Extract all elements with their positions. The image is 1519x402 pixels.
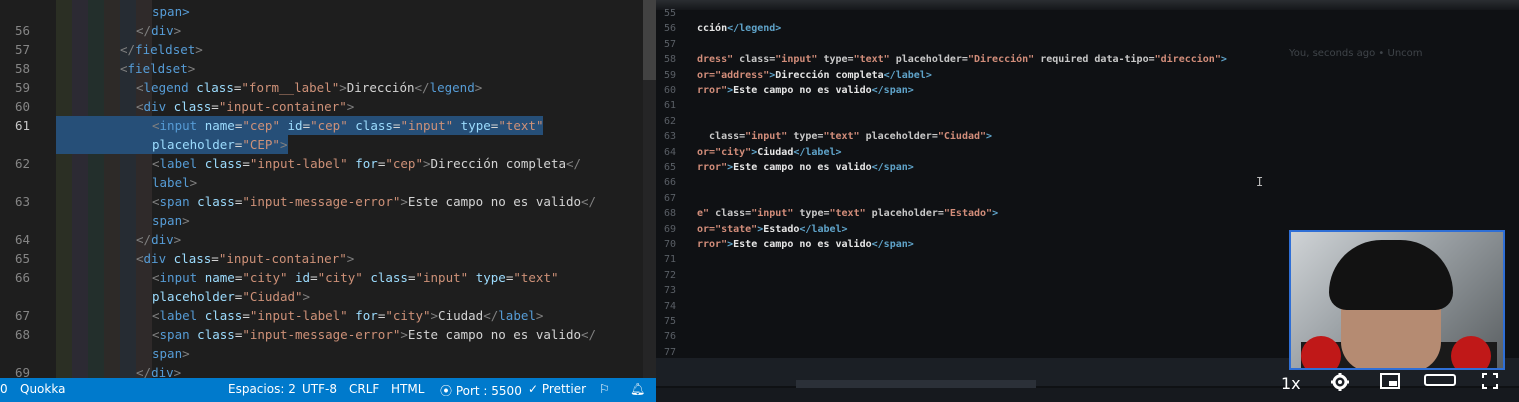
text-cursor-icon: I [1256,175,1264,189]
feedback-icon[interactable]: ⚐ [599,382,610,396]
code-line: <span class="input-message-error">Este c… [152,194,597,209]
line-number-gutter: 56 57 58 59 60 61 62 63 64 65 66 67 68 69 [0,0,56,380]
code-line: <legend class="form__label">Dirección</l… [136,80,483,95]
video-scroll-strip [796,380,1036,388]
code-line: span> [152,213,190,228]
video-line-number: 58 [663,54,676,66]
video-code-line: or="city">Ciudad</label> [697,146,842,158]
line-number: 61 [14,118,30,133]
webcam-red-right [1451,336,1491,368]
video-line-number: 60 [663,85,676,96]
line-number: 56 [14,23,30,38]
quokka-item[interactable]: Quokka [20,382,65,396]
line-number: 59 [14,80,30,95]
video-line-number: 76 [663,331,676,343]
video-status-bar [656,388,1519,402]
webcam-hair [1329,240,1453,310]
video-line-number: 57 [663,38,676,50]
encoding-item[interactable]: UTF-8 [302,382,337,396]
settings-icon[interactable] [1330,372,1350,392]
video-line-number: 56 [663,23,676,35]
line-number: 58 [14,61,30,76]
prettier-item[interactable]: ✓ Prettier [528,382,586,396]
picture-in-picture-icon[interactable] [1380,372,1400,390]
code-line: <label class="input-label" for="city">Ci… [152,308,544,323]
theater-mode-icon[interactable] [1424,372,1456,388]
bell-icon[interactable]: 🔔︎ [630,382,645,396]
video-line-number: 66 [663,177,676,189]
code-line: <div class="input-container"> [136,99,355,114]
eol-item[interactable]: CRLF [349,382,379,396]
vertical-scrollbar[interactable] [643,0,656,378]
video-line-number: 65 [663,162,676,173]
code-line: </div> [136,232,182,247]
language-item[interactable]: HTML [391,382,424,396]
video-line-number: 72 [663,269,676,281]
video-line-number: 70 [663,239,676,250]
left-code-editor[interactable]: 56 57 58 59 60 61 62 63 64 65 66 67 68 69 span> </div>… [0,0,656,402]
code-line: span> [152,4,190,19]
code-line: <input name="city" id="city" class="inpu… [152,270,559,285]
video-code-line: rror">Este campo no es valido</span> [697,239,914,250]
code-line: </div> [136,23,182,38]
video-code-line: class="input" type="text" placeholder="C… [697,131,993,143]
port-item[interactable]: ⦿ Port : 5500 [440,382,522,399]
line-number: 63 [14,194,30,209]
video-line-number: 55 [663,8,676,19]
fullscreen-icon[interactable] [1482,373,1498,389]
remote-icon[interactable]: 0 [0,382,8,396]
code-line: <div class="input-container"> [136,251,355,266]
webcam-red-left [1301,336,1341,368]
line-number: 57 [14,42,30,57]
video-code-line: cción</legend> [697,23,782,35]
video-code-line: rror">Este campo no es valido</span> [697,85,914,96]
line-number: 67 [14,308,30,323]
code-area[interactable]: span> </div> </fieldset> <fieldset> <legend … [56,0,646,380]
video-code-line: dress" class="input" type="text" placeho… [697,54,1227,66]
status-bar: 0 Quokka Espacios: 2 UTF-8 CRLF HTML ⦿ P… [0,378,656,402]
video-line-number: 71 [663,254,676,266]
code-line: placeholder="CEP"> [56,135,288,154]
playback-speed-button[interactable]: 1x [1281,374,1301,393]
video-line-number: 64 [663,146,676,158]
video-line-number: 63 [663,131,676,143]
git-blame-annotation: You, seconds ago • Uncom [1289,48,1423,59]
tab-strip [656,0,1519,10]
video-line-number: 69 [663,223,676,235]
check-icon: ✓ [528,382,542,396]
code-line: </fieldset> [120,42,203,57]
video-code-line: or="state">Estado</label> [697,223,848,235]
code-line: span> [152,346,190,361]
video-line-number: 62 [663,115,676,127]
code-line: <fieldset> [120,61,196,76]
video-line-number: 74 [663,300,676,312]
line-number: 68 [14,327,30,342]
line-number: 60 [14,99,30,114]
code-line: <input name="cep" id="cep" class="input"… [56,116,544,135]
indentation-item[interactable]: Espacios: 2 [228,382,296,396]
scrollbar-thumb[interactable] [643,0,656,80]
video-line-number: 68 [663,208,676,220]
line-number: 64 [14,232,30,247]
code-line: <span class="input-message-error">Este c… [152,327,597,342]
video-line-number: 75 [663,316,676,327]
code-line: <label class="input-label" for="cep">Dir… [152,156,582,171]
video-code-line: e" class="input" type="text" placeholder… [697,208,999,220]
broadcast-icon: ⦿ [440,384,456,398]
video-line-number: 59 [663,69,676,81]
video-code-line: rror">Este campo no es valido</span> [697,162,914,173]
video-line-number: 67 [663,192,676,204]
line-number: 66 [14,270,30,285]
video-code-line: or="address">Dirección completa</label> [697,69,932,81]
line-number: 65 [14,251,30,266]
code-line: label> [152,175,198,190]
video-line-number: 73 [663,285,676,297]
webcam-overlay [1289,230,1505,370]
video-line-number: 61 [663,100,676,112]
line-number: 62 [14,156,30,171]
code-line: placeholder="Ciudad"> [152,289,311,304]
